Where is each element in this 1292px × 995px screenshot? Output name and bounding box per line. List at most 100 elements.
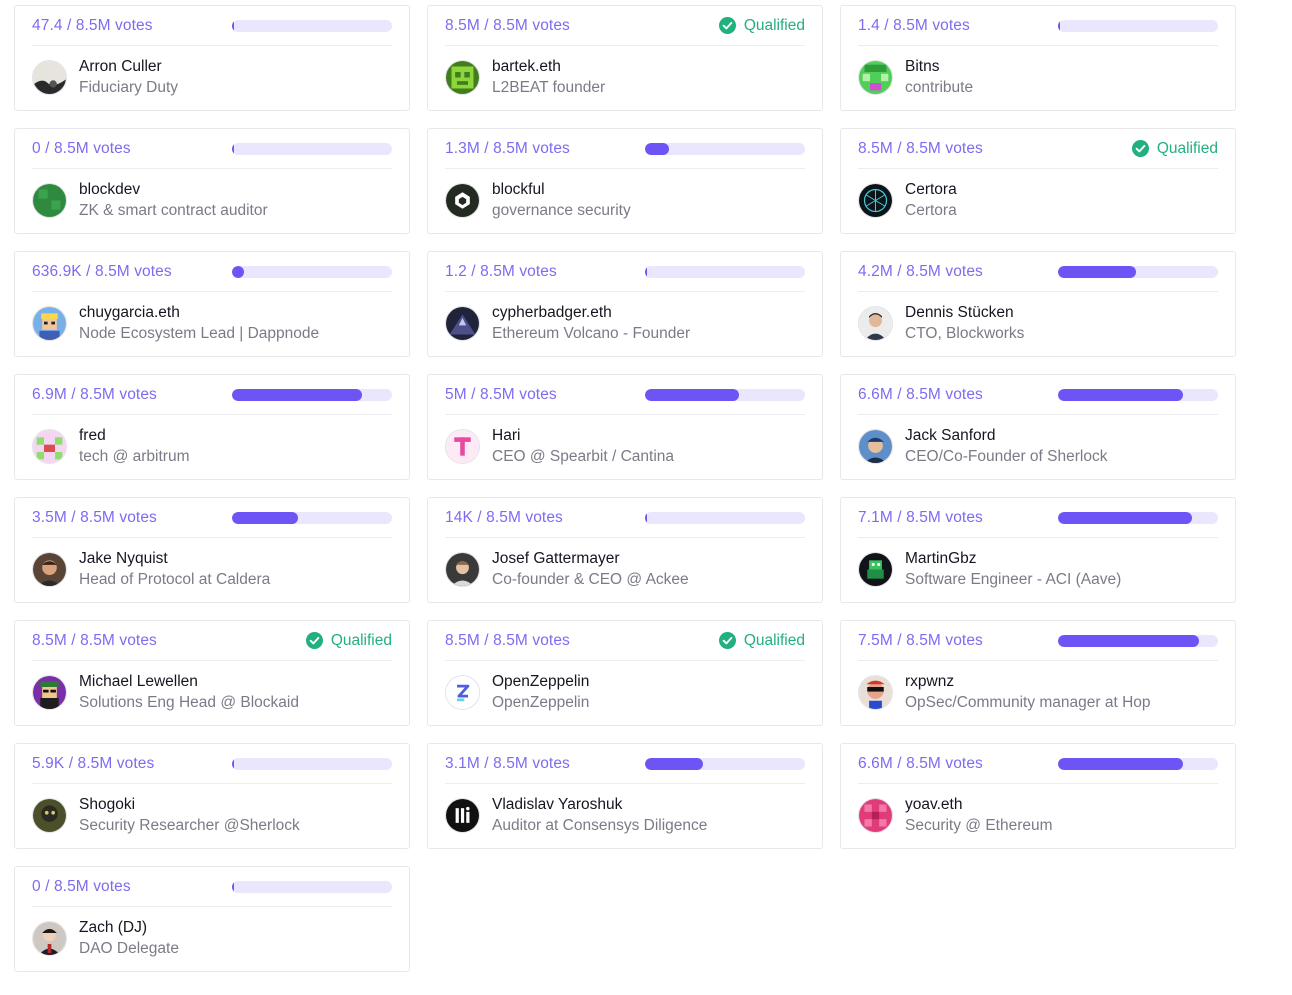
delegate-name: Zach (DJ) xyxy=(79,918,148,936)
vote-count: 636.9K / 8.5M votes xyxy=(32,262,172,280)
blockful-avatar-image xyxy=(446,183,479,217)
delegate-role: Co-founder & CEO @ Ackee xyxy=(492,570,689,588)
delegate-card-bartek-eth[interactable]: 8.5M / 8.5M votes Qualified bartek.eth L… xyxy=(427,5,823,111)
vote-progress-bar xyxy=(232,511,392,524)
vote-progress-row: 1.3M / 8.5M votes xyxy=(445,129,805,169)
delegate-info: Jake Nyquist Head of Protocol at Caldera xyxy=(32,538,392,602)
chuygarcia-eth-avatar xyxy=(32,305,67,341)
vote-count: 0 / 8.5M votes xyxy=(32,877,131,895)
vote-progress-bar xyxy=(645,511,805,524)
vote-progress-row: 6.6M / 8.5M votes xyxy=(858,744,1218,784)
delegate-name: Vladislav Yaroshuk xyxy=(492,795,623,813)
bartek-eth-avatar xyxy=(445,59,480,95)
vote-progress-row: 14K / 8.5M votes xyxy=(445,498,805,538)
vote-progress-fill xyxy=(232,388,362,401)
delegate-info: Dennis Stücken CTO, Blockworks xyxy=(858,292,1218,356)
vote-progress-row: 1.4 / 8.5M votes xyxy=(858,6,1218,46)
check-circle-icon xyxy=(718,17,736,34)
vote-progress-fill xyxy=(1058,265,1137,278)
certora-avatar-image xyxy=(859,183,892,217)
vladislav-yaroshuk-avatar-image xyxy=(446,798,479,832)
vote-progress-bar xyxy=(645,265,805,278)
delegate-card-dennis-stucken[interactable]: 4.2M / 8.5M votes Dennis Stücken CTO, Bl… xyxy=(840,251,1236,357)
vote-progress-row: 4.2M / 8.5M votes xyxy=(858,252,1218,292)
delegate-card-certora[interactable]: 8.5M / 8.5M votes Qualified Certora Cert… xyxy=(840,128,1236,234)
delegate-name: chuygarcia.eth xyxy=(79,303,180,321)
vladislav-yaroshuk-avatar xyxy=(445,797,480,833)
delegate-role: OpenZeppelin xyxy=(492,693,590,711)
vote-progress-bar xyxy=(232,388,392,401)
vote-progress-bar xyxy=(232,265,392,278)
vote-count: 47.4 / 8.5M votes xyxy=(32,16,153,34)
yoav-eth-avatar-image xyxy=(859,798,892,832)
delegate-info: Hari CEO @ Spearbit / Cantina xyxy=(445,415,805,479)
delegate-name: rxpwnz xyxy=(905,672,955,690)
delegate-info: Zach (DJ) DAO Delegate xyxy=(32,907,392,971)
jack-sanford-avatar-image xyxy=(859,429,892,463)
vote-progress-bar xyxy=(1058,388,1218,401)
vote-progress-bar xyxy=(645,388,805,401)
delegate-card-josef-gattermayer[interactable]: 14K / 8.5M votes Josef Gattermayer Co-fo… xyxy=(427,497,823,603)
delegate-card-bitns[interactable]: 1.4 / 8.5M votes Bitns contribute xyxy=(840,5,1236,111)
chuygarcia-eth-avatar-image xyxy=(33,306,66,340)
qualified-badge: Qualified xyxy=(718,632,805,650)
delegate-info: cypherbadger.eth Ethereum Volcano - Foun… xyxy=(445,292,805,356)
vote-count: 8.5M / 8.5M votes xyxy=(32,631,157,649)
vote-progress-row: 8.5M / 8.5M votes Qualified xyxy=(445,621,805,661)
vote-progress-row: 8.5M / 8.5M votes Qualified xyxy=(858,129,1218,169)
delegate-card-yoav-eth[interactable]: 6.6M / 8.5M votes yoav.eth Security @ Et… xyxy=(840,743,1236,849)
delegate-name: OpenZeppelin xyxy=(492,672,590,690)
vote-progress-fill xyxy=(232,142,234,155)
vote-progress-row: 6.6M / 8.5M votes xyxy=(858,375,1218,415)
delegate-card-arron-culler[interactable]: 47.4 / 8.5M votes Arron Culler Fiduciary… xyxy=(14,5,410,111)
delegate-card-jack-sanford[interactable]: 6.6M / 8.5M votes Jack Sanford CEO/Co-Fo… xyxy=(840,374,1236,480)
delegate-card-blockful[interactable]: 1.3M / 8.5M votes blockful governance se… xyxy=(427,128,823,234)
delegate-card-fred[interactable]: 6.9M / 8.5M votes fred tech @ arbitrum xyxy=(14,374,410,480)
delegate-role: CEO/Co-Founder of Sherlock xyxy=(905,447,1108,465)
delegate-card-jake-nyquist[interactable]: 3.5M / 8.5M votes Jake Nyquist Head of P… xyxy=(14,497,410,603)
delegate-card-vladislav-yaroshuk[interactable]: 3.1M / 8.5M votes Vladislav Yaroshuk Aud… xyxy=(427,743,823,849)
vote-progress-bar xyxy=(1058,265,1218,278)
delegate-card-rxpwnz[interactable]: 7.5M / 8.5M votes rxpwnz OpSec/Community… xyxy=(840,620,1236,726)
delegate-card-blockdev[interactable]: 0 / 8.5M votes blockdev ZK & smart contr… xyxy=(14,128,410,234)
delegate-card-openzeppelin[interactable]: 8.5M / 8.5M votes Qualified OpenZeppelin… xyxy=(427,620,823,726)
delegate-card-michael-lewellen[interactable]: 8.5M / 8.5M votes Qualified Michael Lewe… xyxy=(14,620,410,726)
rxpwnz-avatar-image xyxy=(859,675,892,709)
vote-progress-bar xyxy=(1058,19,1218,32)
zach-dj-avatar xyxy=(32,920,67,956)
shogoki-avatar xyxy=(32,797,67,833)
vote-count: 4.2M / 8.5M votes xyxy=(858,262,983,280)
vote-progress-fill xyxy=(1058,757,1183,770)
vote-count: 5.9K / 8.5M votes xyxy=(32,754,155,772)
delegate-card-zach-dj[interactable]: 0 / 8.5M votes Zach (DJ) DAO Delegate xyxy=(14,866,410,972)
delegate-name: cypherbadger.eth xyxy=(492,303,612,321)
delegate-name: blockdev xyxy=(79,180,141,198)
vote-progress-bar xyxy=(232,880,392,893)
delegate-card-chuygarcia-eth[interactable]: 636.9K / 8.5M votes chuygarcia.eth Node … xyxy=(14,251,410,357)
delegate-card-cypherbadger-eth[interactable]: 1.2 / 8.5M votes cypherbadger.eth Ethere… xyxy=(427,251,823,357)
delegate-card-hari[interactable]: 5M / 8.5M votes Hari CEO @ Spearbit / Ca… xyxy=(427,374,823,480)
delegate-info: Jack Sanford CEO/Co-Founder of Sherlock xyxy=(858,415,1218,479)
delegate-card-shogoki[interactable]: 5.9K / 8.5M votes Shogoki Security Resea… xyxy=(14,743,410,849)
vote-progress-row: 636.9K / 8.5M votes xyxy=(32,252,392,292)
vote-progress-fill xyxy=(645,142,669,155)
delegate-role: L2BEAT founder xyxy=(492,78,606,96)
delegate-info: fred tech @ arbitrum xyxy=(32,415,392,479)
hari-avatar-image xyxy=(446,429,479,463)
josef-gattermayer-avatar-image xyxy=(446,552,479,586)
qualified-badge: Qualified xyxy=(1131,140,1218,158)
qualified-badge: Qualified xyxy=(305,632,392,650)
dennis-stucken-avatar xyxy=(858,305,893,341)
delegate-card-martingbz[interactable]: 7.1M / 8.5M votes MartinGbz Software Eng… xyxy=(840,497,1236,603)
vote-progress-row: 5M / 8.5M votes xyxy=(445,375,805,415)
josef-gattermayer-avatar xyxy=(445,551,480,587)
vote-progress-fill xyxy=(1058,511,1193,524)
delegate-info: bartek.eth L2BEAT founder xyxy=(445,46,805,110)
cypherbadger-eth-avatar xyxy=(445,305,480,341)
delegate-name: bartek.eth xyxy=(492,57,561,75)
vote-count: 14K / 8.5M votes xyxy=(445,508,563,526)
delegate-name: Bitns xyxy=(905,57,940,75)
bitns-avatar xyxy=(858,59,893,95)
delegate-info: Michael Lewellen Solutions Eng Head @ Bl… xyxy=(32,661,392,725)
delegate-role: Solutions Eng Head @ Blockaid xyxy=(79,693,299,711)
